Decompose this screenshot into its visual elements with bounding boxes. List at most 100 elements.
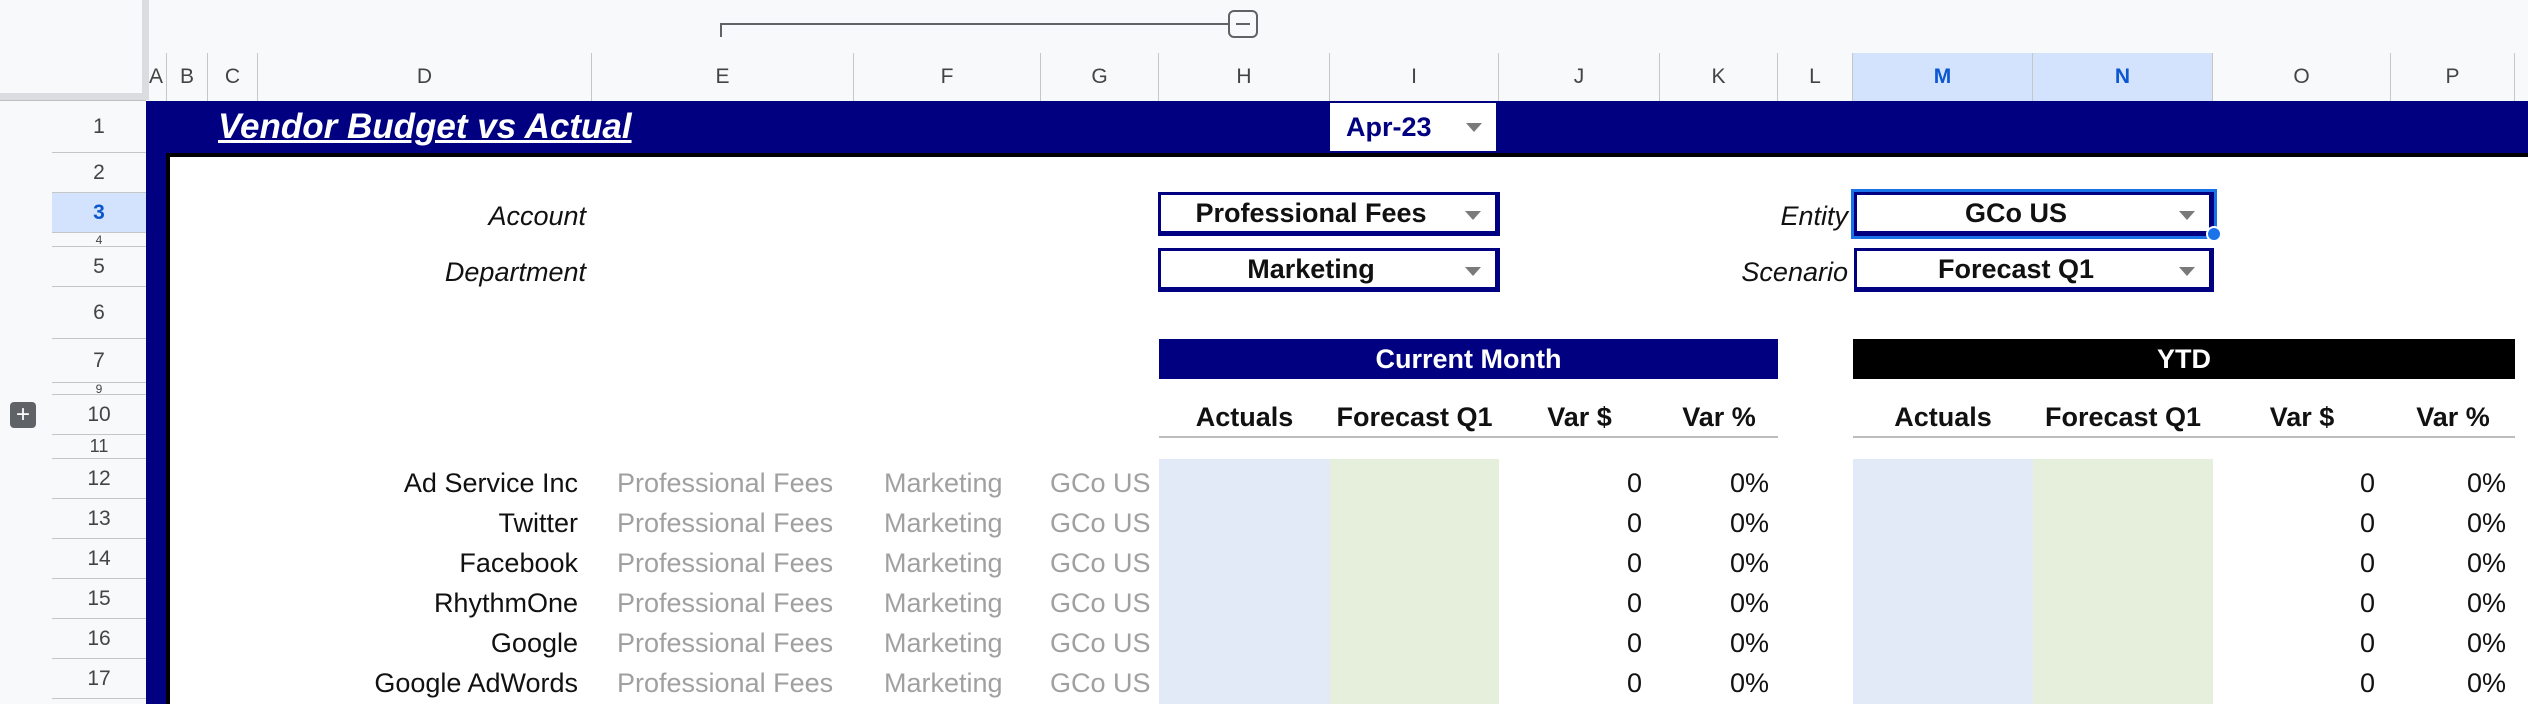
col-header-b[interactable]: B (167, 53, 208, 101)
row-header-4[interactable]: 4 (52, 233, 146, 247)
row-header-11[interactable]: 11 (52, 435, 146, 459)
cm-var-pct[interactable]: 0% (1660, 543, 1769, 583)
row-header-12[interactable]: 12 (52, 459, 146, 499)
row-header-16[interactable]: 16 (52, 619, 146, 659)
col-header-c[interactable]: C (208, 53, 258, 101)
vendor-entity[interactable]: GCo US (1050, 543, 1159, 583)
account-dropdown[interactable]: Professional Fees (1158, 192, 1500, 236)
cm-var-amount[interactable]: 0 (1499, 503, 1642, 543)
vendor-account[interactable]: Professional Fees (617, 463, 854, 503)
cm-var-pct[interactable]: 0% (1660, 623, 1769, 663)
ytd-header-var-pct: Var % (2391, 398, 2515, 438)
vendor-department[interactable]: Marketing (884, 663, 1041, 703)
row-header-15[interactable]: 15 (52, 579, 146, 619)
ytd-var-pct[interactable]: 0% (2391, 663, 2506, 703)
row-header-1[interactable]: 1 (52, 101, 146, 153)
caret-down-icon (2179, 211, 2195, 220)
cm-actuals-input-range[interactable] (1159, 459, 1330, 704)
ytd-var-pct[interactable]: 0% (2391, 583, 2506, 623)
vendor-department[interactable]: Marketing (884, 583, 1041, 623)
vendor-account[interactable]: Professional Fees (617, 623, 854, 663)
ytd-forecast-range[interactable] (2033, 459, 2213, 704)
vendor-name[interactable]: Google (258, 623, 578, 663)
ytd-var-pct[interactable]: 0% (2391, 623, 2506, 663)
vendor-account[interactable]: Professional Fees (617, 543, 854, 583)
caret-down-icon (1466, 123, 1482, 132)
vendor-account[interactable]: Professional Fees (617, 503, 854, 543)
report-title[interactable]: Vendor Budget vs Actual (218, 101, 632, 153)
ytd-var-amount[interactable]: 0 (2213, 663, 2375, 703)
expand-rows-plus-icon[interactable]: + (10, 402, 36, 428)
cm-var-pct[interactable]: 0% (1660, 583, 1769, 623)
vendor-department[interactable]: Marketing (884, 503, 1041, 543)
col-header-e[interactable]: E (592, 53, 854, 101)
department-dropdown[interactable]: Marketing (1158, 248, 1500, 292)
freeze-divider-horizontal[interactable] (0, 93, 149, 100)
vendor-entity[interactable]: GCo US (1050, 463, 1159, 503)
ytd-actuals-range[interactable] (1853, 459, 2033, 704)
col-header-p[interactable]: P (2391, 53, 2515, 101)
account-label: Account (488, 200, 586, 231)
vendor-name[interactable]: RhythmOne (258, 583, 578, 623)
scenario-dropdown[interactable]: Forecast Q1 (1854, 248, 2214, 292)
vendor-name[interactable]: Facebook (258, 543, 578, 583)
row-header-2[interactable]: 2 (52, 153, 146, 193)
ytd-var-amount[interactable]: 0 (2213, 543, 2375, 583)
vendor-account[interactable]: Professional Fees (617, 583, 854, 623)
col-header-g[interactable]: G (1041, 53, 1159, 101)
vendor-entity[interactable]: GCo US (1050, 583, 1159, 623)
ytd-var-amount[interactable]: 0 (2213, 503, 2375, 543)
ytd-var-amount[interactable]: 0 (2213, 463, 2375, 503)
ytd-var-pct[interactable]: 0% (2391, 463, 2506, 503)
col-header-m[interactable]: M (1853, 53, 2033, 101)
freeze-divider-vertical[interactable] (142, 0, 149, 100)
row-header-7[interactable]: 7 (52, 339, 146, 383)
vendor-account[interactable]: Professional Fees (617, 663, 854, 703)
vendor-department[interactable]: Marketing (884, 623, 1041, 663)
vendor-name[interactable]: Ad Service Inc (258, 463, 578, 503)
ytd-var-amount[interactable]: 0 (2213, 623, 2375, 663)
row-header-3[interactable]: 3 (52, 193, 146, 233)
collapse-group-minus-icon[interactable] (1228, 10, 1258, 38)
col-header-o[interactable]: O (2213, 53, 2391, 101)
cm-var-amount[interactable]: 0 (1499, 583, 1642, 623)
col-header-a[interactable]: A (146, 53, 167, 101)
ytd-var-pct[interactable]: 0% (2391, 503, 2506, 543)
cm-var-pct[interactable]: 0% (1660, 463, 1769, 503)
col-header-k[interactable]: K (1660, 53, 1778, 101)
cm-var-amount[interactable]: 0 (1499, 463, 1642, 503)
ytd-var-pct[interactable]: 0% (2391, 543, 2506, 583)
month-dropdown[interactable]: Apr-23 (1330, 103, 1496, 151)
cm-var-pct[interactable]: 0% (1660, 503, 1769, 543)
cm-forecast-input-range[interactable] (1330, 459, 1499, 704)
row-header-14[interactable]: 14 (52, 539, 146, 579)
col-header-l[interactable]: L (1778, 53, 1853, 101)
entity-dropdown[interactable]: GCo US (1851, 189, 2217, 239)
entity-label: Entity (1780, 200, 1848, 231)
vendor-department[interactable]: Marketing (884, 463, 1041, 503)
ytd-var-amount[interactable]: 0 (2213, 583, 2375, 623)
col-header-j[interactable]: J (1499, 53, 1660, 101)
col-header-f[interactable]: F (854, 53, 1041, 101)
col-header-n[interactable]: N (2033, 53, 2213, 101)
vendor-name[interactable]: Google AdWords (258, 663, 578, 703)
row-header-17[interactable]: 17 (52, 659, 146, 699)
row-header-5[interactable]: 5 (52, 247, 146, 287)
vendor-department[interactable]: Marketing (884, 543, 1041, 583)
col-header-d[interactable]: D (258, 53, 592, 101)
selection-fill-handle[interactable] (2206, 226, 2222, 242)
col-header-i[interactable]: I (1330, 53, 1499, 101)
row-header-13[interactable]: 13 (52, 499, 146, 539)
cm-var-amount[interactable]: 0 (1499, 663, 1642, 703)
col-header-h[interactable]: H (1159, 53, 1330, 101)
vendor-entity[interactable]: GCo US (1050, 663, 1159, 703)
row-header-6[interactable]: 6 (52, 287, 146, 339)
vendor-entity[interactable]: GCo US (1050, 623, 1159, 663)
cm-var-pct[interactable]: 0% (1660, 663, 1769, 703)
cm-var-amount[interactable]: 0 (1499, 543, 1642, 583)
row-header-10[interactable]: 10 (52, 395, 146, 435)
cm-var-amount[interactable]: 0 (1499, 623, 1642, 663)
row-header-9[interactable]: 9 (52, 383, 146, 395)
vendor-name[interactable]: Twitter (258, 503, 578, 543)
vendor-entity[interactable]: GCo US (1050, 503, 1159, 543)
